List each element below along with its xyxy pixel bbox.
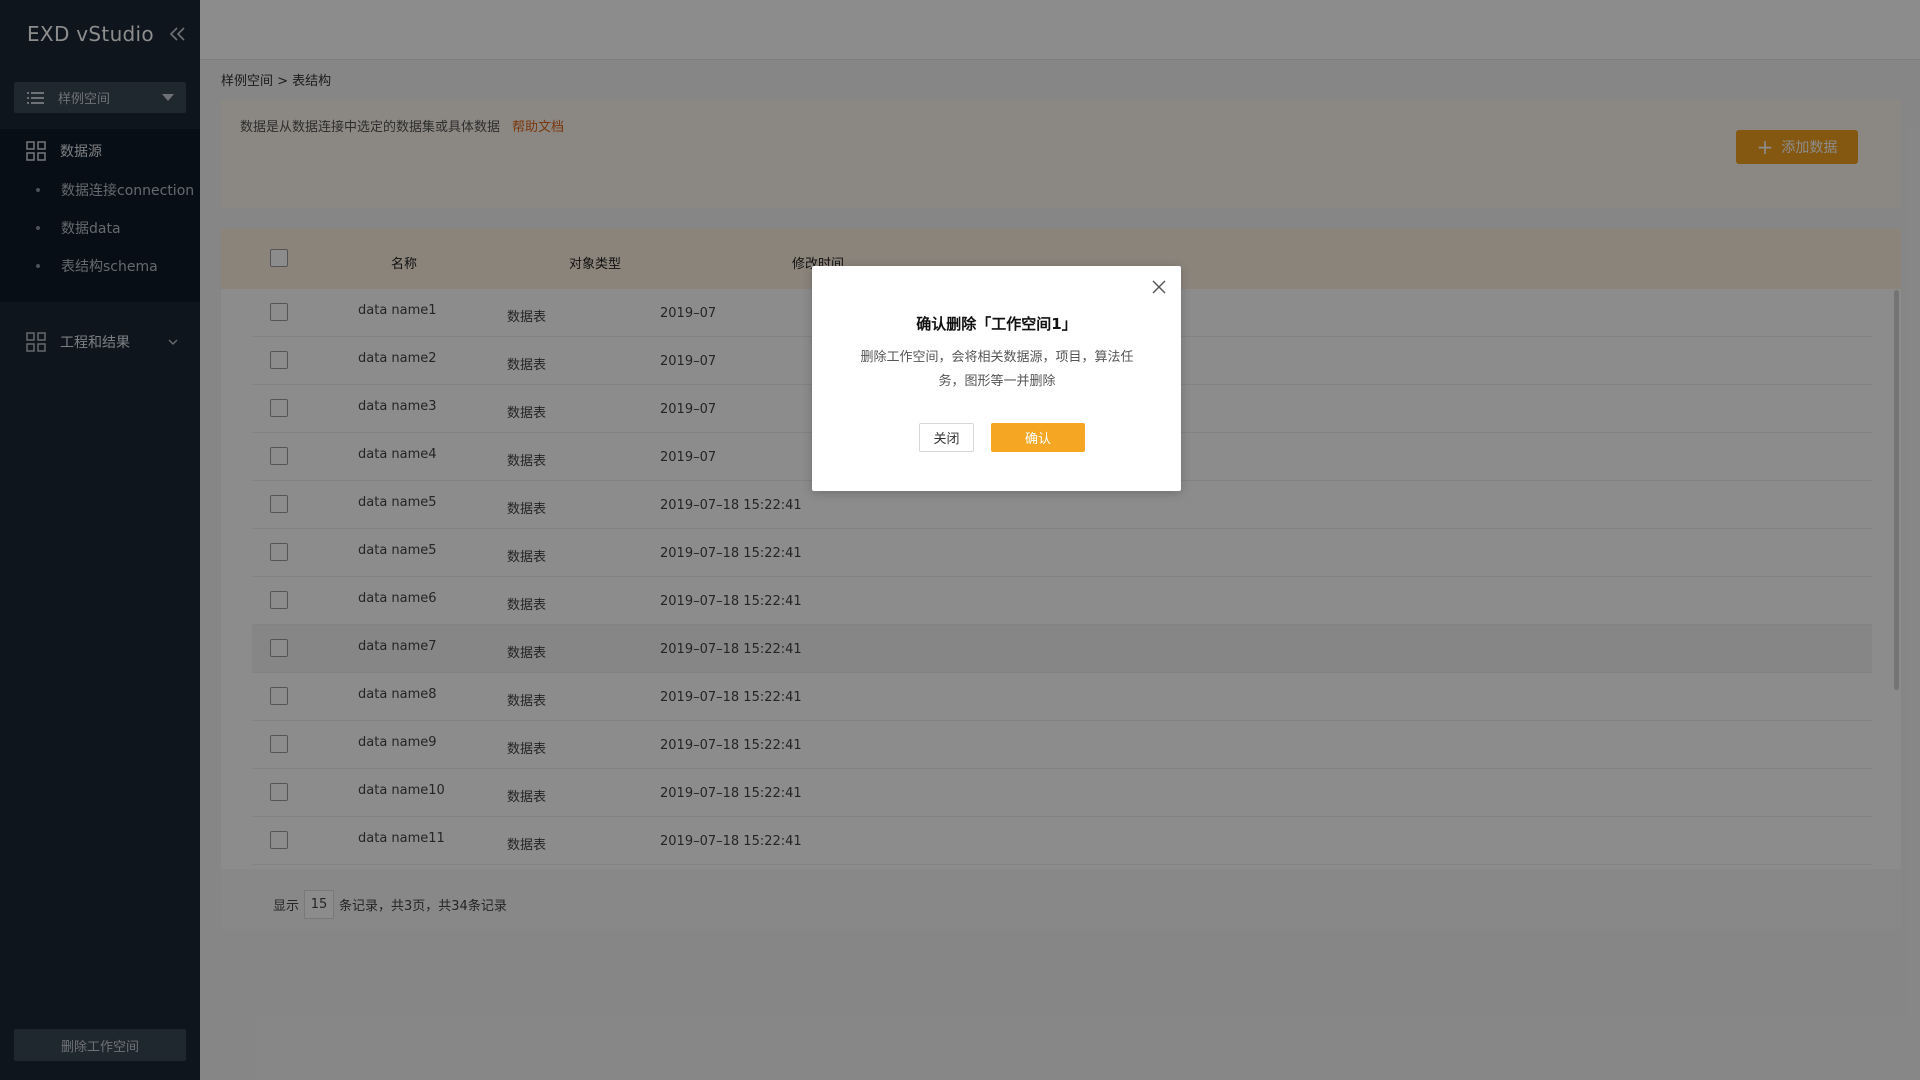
close-icon[interactable] [1152, 280, 1166, 294]
dialog-close-button[interactable]: 关闭 [919, 423, 974, 452]
dialog-confirm-button[interactable]: 确认 [991, 423, 1085, 452]
dialog-title: 确认删除「工作空间1」 [916, 315, 1077, 333]
confirm-delete-dialog: 确认删除「工作空间1」 删除工作空间，会将相关数据源，项目，算法任务，图形等一并… [812, 266, 1181, 491]
dialog-message: 删除工作空间，会将相关数据源，项目，算法任务，图形等一并删除 [860, 350, 1134, 389]
modal-overlay[interactable] [0, 0, 1920, 1080]
